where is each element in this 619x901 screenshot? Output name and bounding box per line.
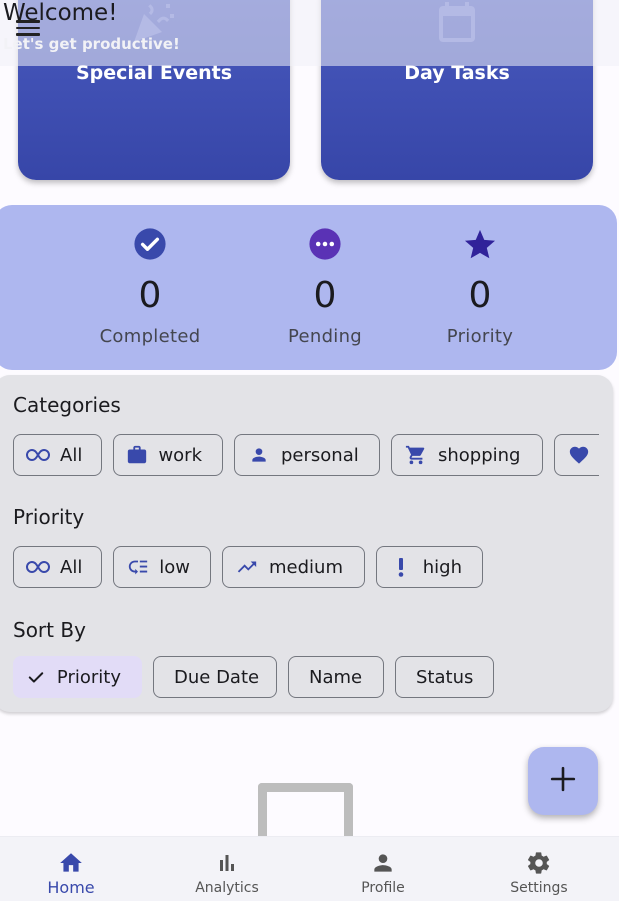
app-bar: Welcome! Let's get productive! bbox=[0, 0, 619, 66]
chip-label: Status bbox=[416, 666, 474, 688]
sort-title: Sort By bbox=[13, 618, 86, 642]
categories-scroller[interactable]: All work personal shopping bbox=[13, 434, 599, 478]
chip-label: work bbox=[158, 444, 202, 466]
priority-chips: All low medium high bbox=[13, 546, 483, 588]
priority-count: 0 bbox=[468, 275, 492, 316]
categories-title: Categories bbox=[13, 393, 121, 417]
chip-label: Due Date bbox=[174, 666, 260, 688]
chip-label: low bbox=[159, 556, 190, 578]
nav-label: Home bbox=[47, 878, 95, 897]
nav-settings[interactable]: Settings bbox=[484, 837, 594, 901]
sort-option-name[interactable]: Name bbox=[288, 656, 384, 698]
chip-label: personal bbox=[281, 444, 359, 466]
chip-label: Name bbox=[309, 666, 363, 688]
gear-icon bbox=[484, 848, 594, 878]
category-chip-all[interactable]: All bbox=[13, 434, 102, 476]
star-icon bbox=[400, 227, 560, 261]
stat-pending: 0 Pending bbox=[245, 227, 405, 347]
pending-label: Pending bbox=[287, 326, 363, 347]
exclamation-icon bbox=[389, 555, 413, 579]
stat-completed: 0 Completed bbox=[70, 227, 230, 347]
chip-label: All bbox=[60, 444, 83, 466]
stat-priority: 0 Priority bbox=[400, 227, 560, 347]
stats-panel: 0 Completed 0 Pending 0 Priority bbox=[0, 205, 617, 370]
check-icon bbox=[26, 665, 47, 689]
bottom-nav: Home Analytics Profile Settings bbox=[0, 836, 619, 901]
cart-icon bbox=[404, 443, 428, 467]
sort-option-priority[interactable]: Priority bbox=[13, 656, 142, 698]
category-chip-favorite[interactable] bbox=[554, 434, 599, 476]
person-icon bbox=[247, 443, 271, 467]
infinity-icon bbox=[26, 443, 50, 467]
priority-chip-high[interactable]: high bbox=[376, 546, 483, 588]
nav-profile[interactable]: Profile bbox=[328, 837, 438, 901]
category-chips: All work personal shopping bbox=[13, 434, 599, 476]
filter-panel: Categories All work personal shopping Pr… bbox=[0, 375, 613, 712]
chip-label: medium bbox=[269, 556, 343, 578]
add-task-button[interactable] bbox=[528, 747, 598, 815]
priority-label: Priority bbox=[446, 326, 514, 347]
more-horiz-circle-icon bbox=[245, 227, 405, 261]
priority-chip-medium[interactable]: medium bbox=[222, 546, 365, 588]
menu-icon[interactable] bbox=[16, 20, 40, 40]
low-priority-icon bbox=[126, 555, 149, 579]
person-icon bbox=[328, 848, 438, 878]
check-circle-icon bbox=[70, 227, 230, 261]
sort-option-due-date[interactable]: Due Date bbox=[153, 656, 277, 698]
infinity-icon bbox=[26, 555, 50, 579]
nav-label: Analytics bbox=[195, 880, 259, 896]
trending-up-icon bbox=[235, 555, 259, 579]
category-chip-work[interactable]: work bbox=[113, 434, 223, 476]
pending-count: 0 bbox=[313, 275, 337, 316]
bar-chart-icon bbox=[172, 848, 282, 878]
nav-analytics[interactable]: Analytics bbox=[172, 837, 282, 901]
completed-count: 0 bbox=[138, 275, 162, 316]
priority-chip-low[interactable]: low bbox=[113, 546, 211, 588]
sort-options: Priority Due Date Name Status bbox=[13, 656, 494, 698]
completed-label: Completed bbox=[99, 326, 201, 347]
nav-home[interactable]: Home bbox=[16, 837, 126, 901]
sort-option-status[interactable]: Status bbox=[395, 656, 494, 698]
nav-label: Profile bbox=[361, 880, 405, 896]
nav-label: Settings bbox=[510, 880, 568, 896]
briefcase-icon bbox=[126, 443, 148, 467]
category-chip-personal[interactable]: personal bbox=[234, 434, 380, 476]
chip-label: high bbox=[422, 556, 462, 578]
plus-icon bbox=[550, 766, 576, 796]
chip-label: shopping bbox=[438, 444, 521, 466]
priority-title: Priority bbox=[13, 505, 85, 529]
priority-chip-all[interactable]: All bbox=[13, 546, 102, 588]
home-icon bbox=[16, 848, 126, 878]
chip-label: Priority bbox=[56, 666, 121, 688]
heart-icon bbox=[567, 443, 591, 467]
empty-tasks-icon bbox=[258, 783, 353, 843]
chip-label: All bbox=[60, 556, 83, 578]
category-chip-shopping[interactable]: shopping bbox=[391, 434, 543, 476]
